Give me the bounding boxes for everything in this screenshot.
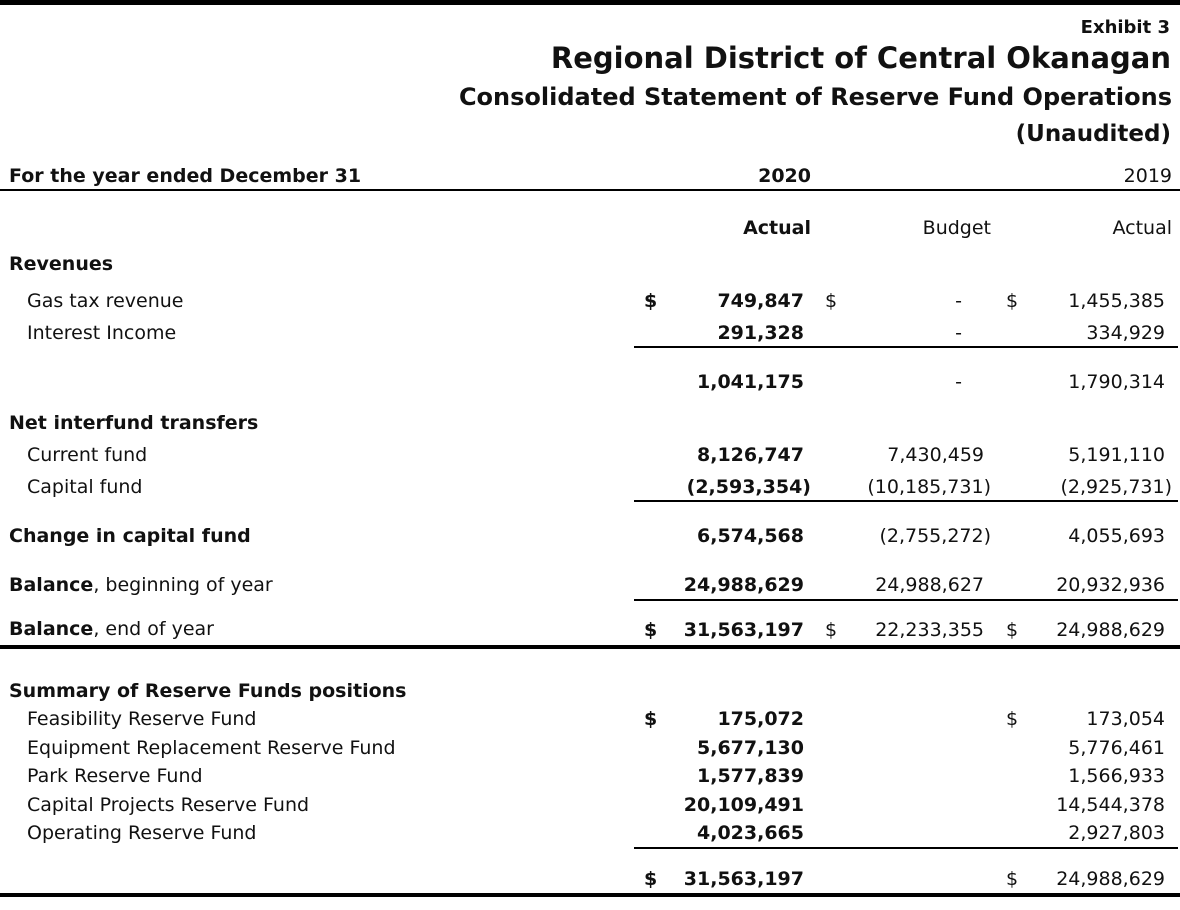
currency-symbol: $ (1006, 290, 1019, 312)
row-label: Interest Income (27, 322, 177, 344)
value-budget: - (955, 290, 962, 312)
unaudited-note: (Unaudited) (1015, 121, 1171, 147)
value-2020: 4,023,665 (697, 822, 804, 844)
value-2019: 14,544,378 (1056, 794, 1165, 816)
currency-symbol: $ (825, 290, 838, 312)
value-2020: 749,847 (717, 290, 804, 312)
value-2019: 24,988,629 (1056, 619, 1165, 641)
subtotal-rule (634, 599, 1178, 601)
row-label: Operating Reserve Fund (27, 822, 257, 844)
value-2020: 8,126,747 (697, 444, 804, 466)
value-2019: 334,929 (1086, 322, 1165, 344)
value-2020: 1,041,175 (697, 371, 804, 393)
balance-qualifier: , beginning of year (93, 574, 273, 596)
organization-title: Regional District of Central Okanagan (550, 41, 1171, 75)
period-label: For the year ended December 31 (9, 165, 362, 187)
value-2019: 1,790,314 (1068, 371, 1165, 393)
value-budget: - (955, 371, 962, 393)
value-2019: 173,054 (1086, 708, 1165, 730)
value-2019: 1,566,933 (1068, 765, 1165, 787)
summary-heading: Summary of Reserve Funds positions (9, 680, 407, 702)
budget-header: Budget (922, 217, 991, 239)
row-label: Equipment Replacement Reserve Fund (27, 737, 396, 759)
value-2019: 1,455,385 (1068, 290, 1165, 312)
value-2020: 31,563,197 (683, 868, 804, 890)
currency-symbol: $ (1006, 708, 1019, 730)
actual-2020-header: Actual (743, 217, 811, 239)
year-2020-header: 2020 (758, 165, 811, 187)
value-2020: 5,677,130 (697, 737, 804, 759)
value-budget: (2,755,272) (879, 525, 991, 547)
actual-2019-header: Actual (1112, 217, 1172, 239)
value-2019: 4,055,693 (1068, 525, 1165, 547)
change-label: Change in capital fund (9, 525, 251, 547)
value-2019: 24,988,629 (1056, 868, 1165, 890)
value-budget: 7,430,459 (887, 444, 984, 466)
currency-symbol: $ (825, 619, 838, 641)
row-label: Feasibility Reserve Fund (27, 708, 257, 730)
value-2019: 2,927,803 (1068, 822, 1165, 844)
currency-symbol: $ (1006, 619, 1019, 641)
bottom-border (0, 893, 1180, 897)
value-2019: 5,191,110 (1068, 444, 1165, 466)
currency-symbol: $ (644, 619, 658, 641)
statement-title: Consolidated Statement of Reserve Fund O… (458, 83, 1172, 111)
row-label: Capital Projects Reserve Fund (27, 794, 310, 816)
value-2020: 1,577,839 (697, 765, 804, 787)
value-2019: 5,776,461 (1068, 737, 1165, 759)
balance-end-label: Balance, end of year (9, 618, 214, 640)
currency-symbol: $ (644, 290, 658, 312)
top-border (0, 0, 1180, 5)
value-2020: 6,574,568 (697, 525, 804, 547)
balance-word: Balance (9, 618, 94, 640)
year-2019-header: 2019 (1123, 165, 1172, 187)
subtotal-rule (634, 500, 1178, 502)
section-divider (0, 645, 1180, 649)
currency-symbol: $ (644, 708, 658, 730)
value-2020: 20,109,491 (683, 794, 804, 816)
header-rule (0, 189, 1180, 191)
value-2020: 291,328 (717, 322, 804, 344)
subtotal-rule (634, 346, 1178, 348)
value-budget: 24,988,627 (875, 574, 984, 596)
balance-begin-label: Balance, beginning of year (9, 574, 273, 596)
value-2020: 24,988,629 (683, 574, 804, 596)
balance-word: Balance (9, 574, 94, 596)
value-2020: (2,593,354) (686, 476, 811, 498)
row-label: Capital fund (27, 476, 143, 498)
currency-symbol: $ (1006, 868, 1019, 890)
balance-qualifier: , end of year (93, 618, 214, 640)
transfers-heading: Net interfund transfers (9, 412, 259, 434)
value-budget: - (955, 322, 962, 344)
currency-symbol: $ (644, 868, 658, 890)
row-label: Gas tax revenue (27, 290, 184, 312)
value-2020: 175,072 (717, 708, 804, 730)
value-2020: 31,563,197 (683, 619, 804, 641)
row-label: Park Reserve Fund (27, 765, 203, 787)
value-2019: 20,932,936 (1056, 574, 1165, 596)
row-label: Current fund (27, 444, 148, 466)
value-budget: (10,185,731) (867, 476, 991, 498)
exhibit-label: Exhibit 3 (1080, 17, 1170, 38)
value-budget: 22,233,355 (875, 619, 984, 641)
value-2019: (2,925,731) (1060, 476, 1172, 498)
revenues-heading: Revenues (9, 253, 114, 275)
subtotal-rule (634, 847, 1178, 849)
